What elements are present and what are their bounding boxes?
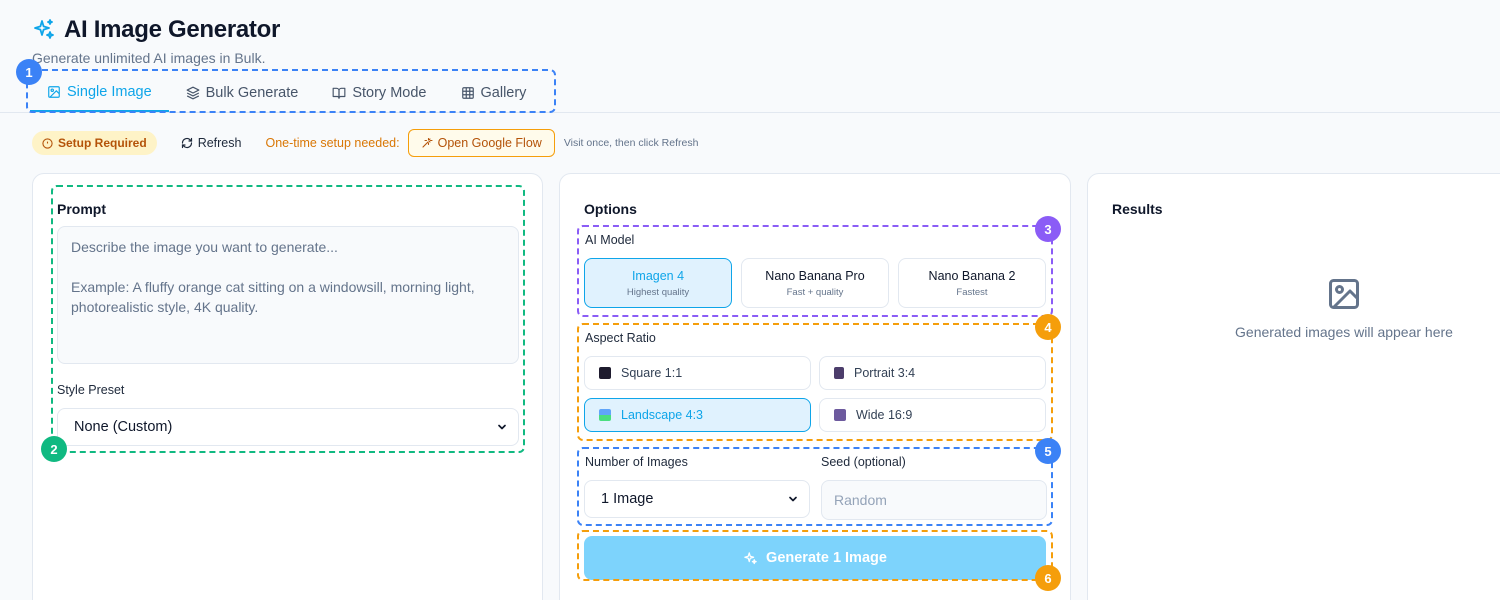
options-title: Options — [584, 201, 637, 217]
seed-label: Seed (optional) — [821, 455, 906, 469]
prompt-panel: Prompt Describe the image you want to ge… — [32, 173, 543, 600]
tab-divider — [0, 112, 1500, 113]
page-title: AI Image Generator — [64, 16, 281, 43]
model-option-nano-banana-pro[interactable]: Nano Banana Pro Fast + quality — [741, 258, 889, 308]
landscape-icon — [599, 409, 611, 421]
sparkles-icon — [744, 551, 757, 564]
aspect-option-wide[interactable]: Wide 16:9 — [819, 398, 1046, 432]
tab-story-mode[interactable]: Story Mode — [315, 74, 443, 112]
annotation-marker-2: 2 — [41, 436, 67, 462]
results-panel: Results Generated images will appear her… — [1087, 173, 1500, 600]
grid-icon — [461, 87, 474, 99]
results-empty-text: Generated images will appear here — [1235, 324, 1453, 340]
tab-gallery[interactable]: Gallery — [444, 74, 544, 112]
setup-hint: Visit once, then click Refresh — [563, 137, 699, 149]
tab-label: Gallery — [480, 85, 527, 101]
info-icon — [42, 137, 53, 149]
layers-icon — [186, 86, 200, 100]
image-placeholder-icon — [1329, 279, 1359, 309]
annotation-marker-6: 6 — [1035, 565, 1061, 591]
chevron-down-icon — [789, 496, 797, 502]
generate-button[interactable]: Generate 1 Image — [584, 536, 1046, 580]
style-preset-label: Style Preset — [57, 383, 125, 397]
ai-model-label: AI Model — [585, 233, 635, 247]
wand-icon — [422, 137, 433, 148]
aspect-option-square[interactable]: Square 1:1 — [584, 356, 811, 390]
results-title: Results — [1112, 201, 1163, 217]
seed-input[interactable]: Random — [821, 480, 1047, 520]
tab-label: Single Image — [67, 84, 152, 100]
image-icon — [48, 86, 60, 98]
results-empty-state: Generated images will appear here — [1228, 276, 1460, 340]
portrait-icon — [834, 367, 844, 379]
prompt-textarea[interactable]: Describe the image you want to generate.… — [57, 226, 519, 364]
annotation-marker-4: 4 — [1035, 314, 1061, 340]
open-google-flow-button[interactable]: Open Google Flow — [407, 129, 555, 157]
model-option-imagen-4[interactable]: Imagen 4 Highest quality — [584, 258, 732, 308]
annotation-marker-1: 1 — [16, 59, 42, 85]
tab-bar: Single Image Bulk Generate Story Mode Ga… — [30, 74, 543, 112]
annotation-marker-3: 3 — [1035, 216, 1061, 242]
setup-required-badge: Setup Required — [32, 131, 157, 155]
refresh-button[interactable]: Refresh — [181, 136, 241, 150]
number-of-images-label: Number of Images — [585, 455, 688, 469]
aspect-option-portrait[interactable]: Portrait 3:4 — [819, 356, 1046, 390]
tab-single-image[interactable]: Single Image — [30, 74, 169, 112]
clapper-icon — [834, 409, 846, 421]
tab-label: Story Mode — [352, 85, 427, 101]
setup-note: One-time setup needed: — [265, 136, 400, 150]
sparkles-icon — [34, 19, 54, 39]
aspect-option-landscape[interactable]: Landscape 4:3 — [584, 398, 811, 432]
aspect-ratio-label: Aspect Ratio — [585, 331, 656, 345]
prompt-title: Prompt — [57, 201, 106, 217]
setup-bar: Setup Required Refresh One-time setup ne… — [32, 129, 698, 157]
number-of-images-select[interactable]: 1 Image — [584, 480, 810, 518]
page-header: AI Image Generator Generate unlimited AI… — [32, 16, 280, 66]
tab-label: Bulk Generate — [205, 85, 299, 101]
annotation-marker-5: 5 — [1035, 438, 1061, 464]
refresh-icon — [181, 137, 192, 149]
square-icon — [599, 367, 611, 379]
style-preset-select[interactable]: None (Custom) — [57, 408, 519, 446]
book-icon — [332, 87, 346, 99]
options-panel: Options AI Model Imagen 4 Highest qualit… — [559, 173, 1071, 600]
page-subtitle: Generate unlimited AI images in Bulk. — [32, 50, 266, 66]
model-option-nano-banana-2[interactable]: Nano Banana 2 Fastest — [898, 258, 1046, 308]
tab-bulk-generate[interactable]: Bulk Generate — [169, 74, 316, 112]
chevron-down-icon — [498, 424, 506, 430]
